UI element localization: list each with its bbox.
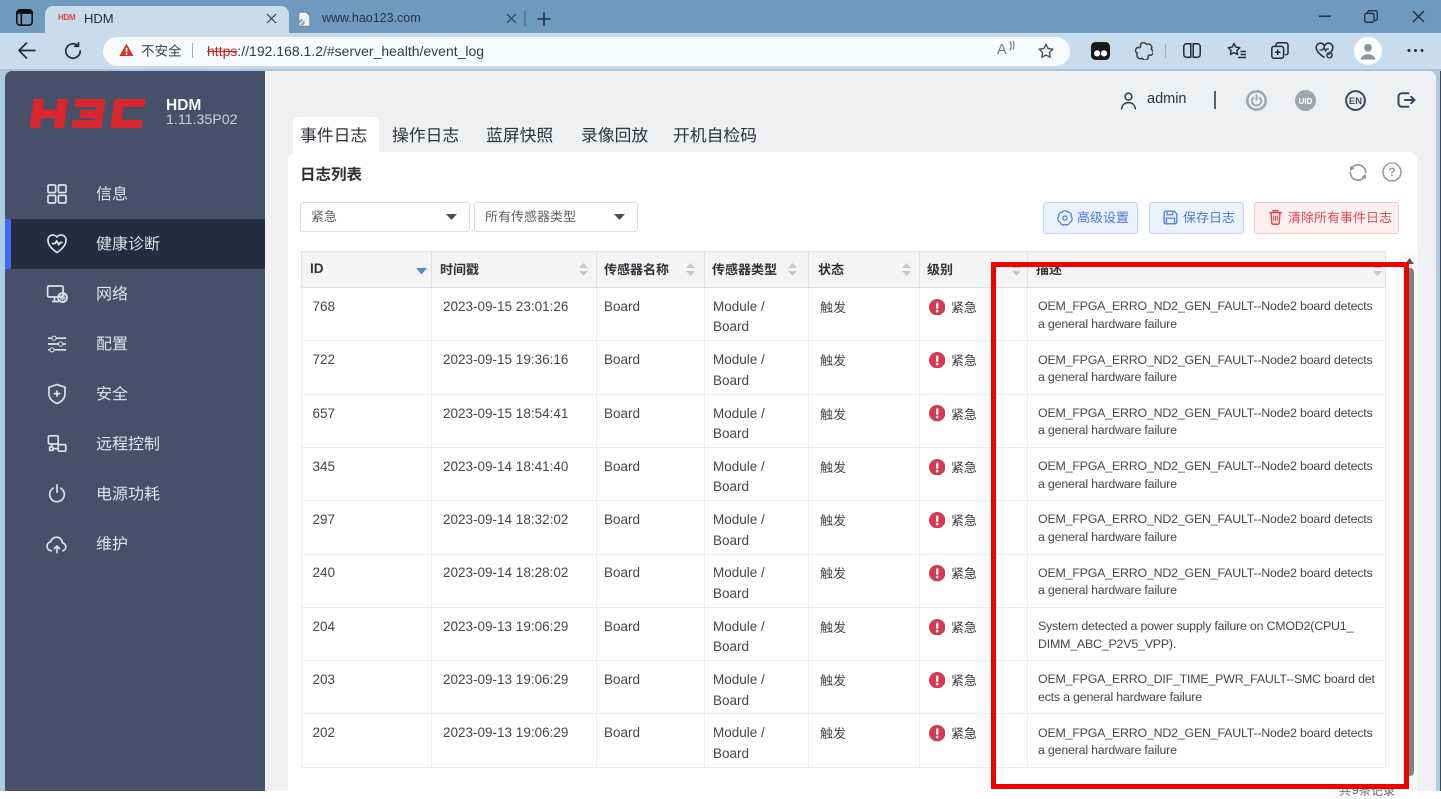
svg-text:EN: EN xyxy=(1349,96,1362,107)
svg-text:UID: UID xyxy=(1299,96,1313,105)
svg-text:?: ? xyxy=(1388,165,1395,179)
